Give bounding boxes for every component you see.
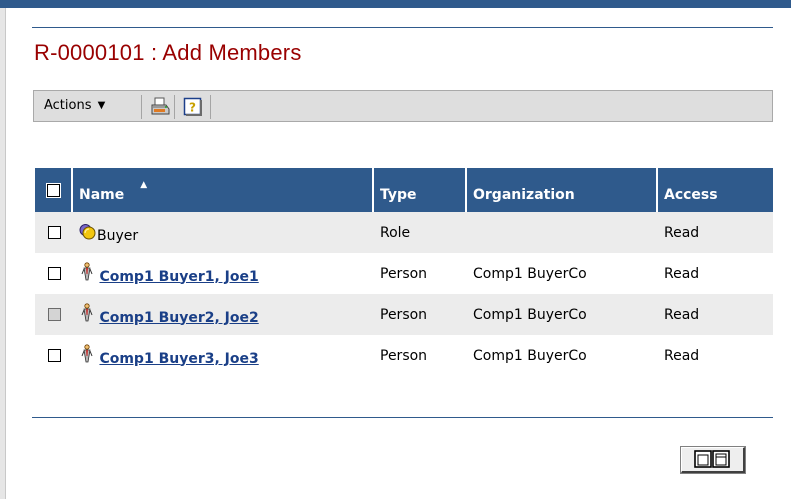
top-banner <box>0 0 791 8</box>
member-name-cell: Buyer <box>73 212 374 253</box>
column-header-type[interactable]: Type <box>374 168 467 212</box>
printer-icon[interactable] <box>150 97 170 117</box>
help-icon[interactable]: ? <box>183 97 203 117</box>
row-checkbox[interactable] <box>47 267 61 280</box>
member-link[interactable]: Comp1 Buyer1, Joe1 <box>99 269 258 285</box>
column-header-name[interactable]: Name▲ <box>73 168 374 212</box>
member-link[interactable]: Comp1 Buyer2, Joe2 <box>99 310 258 326</box>
actions-menu[interactable]: Actions ▼ <box>44 98 105 113</box>
column-header-organization[interactable]: Organization <box>467 168 658 212</box>
type-cell: Person <box>374 294 467 335</box>
toolbar-divider <box>210 95 211 119</box>
columns-icon <box>694 450 730 468</box>
organization-cell: Comp1 BuyerCo <box>473 265 587 282</box>
organization-cell: Comp1 BuyerCo <box>467 294 658 335</box>
access-cell: Read <box>664 265 700 282</box>
bottom-divider <box>32 417 773 418</box>
member-name-cell: Comp1 Buyer2, Joe2 <box>73 294 374 335</box>
access-cell: Read <box>658 212 773 253</box>
person-icon <box>79 302 95 327</box>
actions-label: Actions <box>44 98 92 113</box>
table-header-row: Name▲ Type Organization Access <box>35 168 773 212</box>
sort-ascending-icon: ▲ <box>140 180 148 190</box>
svg-text:?: ? <box>189 101 196 115</box>
member-link[interactable]: Comp1 Buyer3, Joe3 <box>99 351 258 367</box>
members-table: Name▲ Type Organization Access Buyer Rol… <box>35 168 773 376</box>
type-cell: Role <box>374 212 467 253</box>
chevron-down-icon: ▼ <box>97 100 106 111</box>
select-all-checkbox[interactable] <box>46 182 61 198</box>
table-row: Comp1 Buyer2, Joe2 Person Comp1 BuyerCo … <box>35 294 773 335</box>
toolbar-divider <box>141 95 142 119</box>
columns-toggle-button[interactable] <box>680 446 746 474</box>
table-row: Comp1 Buyer3, Joe3 Person Comp1 BuyerCo … <box>35 335 773 376</box>
organization-cell <box>467 212 658 253</box>
row-checkbox[interactable] <box>47 308 61 321</box>
member-name-cell: Comp1 Buyer1, Joe1 <box>73 253 374 294</box>
toolbar-divider <box>174 95 175 119</box>
toolbar: Actions ▼ ? <box>33 90 773 122</box>
top-divider <box>32 27 773 28</box>
person-icon <box>79 261 95 286</box>
page-title: R-0000101 : Add Members <box>34 40 302 65</box>
table-row: Comp1 Buyer1, Joe1 Person Comp1 BuyerCo … <box>35 253 773 294</box>
table-row: Buyer Role Read <box>35 212 773 253</box>
person-icon <box>79 343 95 368</box>
access-cell: Read <box>658 294 773 335</box>
role-icon <box>79 222 97 244</box>
column-header-access[interactable]: Access <box>658 168 773 212</box>
select-all-header <box>35 168 73 212</box>
role-name: Buyer <box>97 227 139 244</box>
row-checkbox[interactable] <box>47 226 61 239</box>
access-cell: Read <box>664 347 700 364</box>
organization-cell: Comp1 BuyerCo <box>473 347 587 364</box>
type-cell: Person <box>380 265 428 282</box>
member-name-cell: Comp1 Buyer3, Joe3 <box>73 335 374 376</box>
type-cell: Person <box>380 347 428 364</box>
left-frame-edge <box>0 8 6 499</box>
row-checkbox[interactable] <box>47 349 61 362</box>
